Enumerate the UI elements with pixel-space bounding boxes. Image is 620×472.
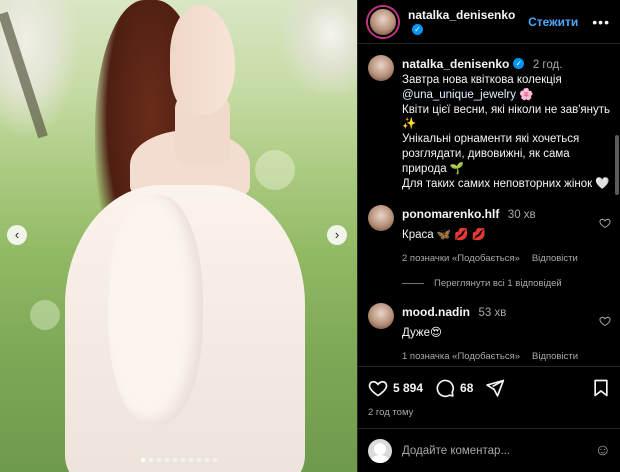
comment-likes[interactable]: 2 позначки «Подобається»	[402, 253, 520, 264]
view-replies-label: Переглянути всі 1 відповідей	[434, 278, 562, 290]
bokeh-light	[30, 300, 60, 330]
more-options-icon[interactable]: •••	[592, 14, 610, 30]
comment-likes[interactable]: 1 позначка «Подобається»	[402, 351, 520, 362]
next-slide-button[interactable]: ›	[327, 225, 347, 245]
caption-time: 2 год.	[532, 59, 563, 71]
follow-button[interactable]: Стежити	[528, 15, 578, 29]
post-caption: natalka_denisenko ✓ 2 год. Завтра нова кв…	[368, 55, 611, 191]
comment-bubble-icon[interactable]	[435, 378, 455, 398]
carousel-dot[interactable]	[204, 458, 209, 462]
author-username[interactable]: natalka_denisenko✓	[408, 8, 528, 36]
comment-item: ponomarenko.hlf 30 хв Краса 🦋 💋 💋 2 позн…	[368, 205, 611, 264]
bookmark-icon[interactable]	[591, 378, 611, 398]
comment-time: 30 хв	[507, 209, 536, 222]
carousel-dot[interactable]	[212, 458, 217, 462]
carousel-dot[interactable]	[164, 458, 169, 462]
comment-text: Краса 🦋 💋 💋	[402, 229, 487, 242]
comments-scrollbar[interactable]	[615, 135, 619, 195]
emoji-icon[interactable]: ☺	[595, 442, 611, 460]
comments-section[interactable]: natalka_denisenko ✓ 2 год. Завтра нова кв…	[358, 45, 620, 363]
carousel-dot[interactable]	[148, 458, 153, 462]
carousel-dots	[0, 458, 357, 462]
post-header: natalka_denisenko✓ Стежити •••	[358, 0, 620, 44]
caption-username[interactable]: natalka_denisenko	[402, 57, 509, 71]
share-send-icon[interactable]	[485, 378, 505, 398]
commenter-avatar[interactable]	[368, 303, 394, 330]
caption-avatar[interactable]	[368, 55, 394, 81]
action-bar: 5 894 68 2 год тому	[358, 366, 620, 418]
flower-emoji: 🌸	[519, 88, 534, 101]
post-sidebar: natalka_denisenko✓ Стежити ••• natalka_d…	[357, 0, 620, 472]
author-avatar[interactable]	[368, 6, 398, 37]
bokeh-light	[255, 150, 295, 190]
comment-time: 53 хв	[478, 307, 507, 320]
posted-time: 2 год тому	[368, 407, 414, 418]
carousel-dot[interactable]	[140, 458, 145, 462]
commenter-avatar[interactable]	[368, 205, 394, 232]
replies-divider	[402, 283, 424, 285]
caption-text: Квіти цієї весни, які ніколи не зав'янут…	[402, 103, 610, 190]
mention-link[interactable]: @una_unique_jewelry	[402, 89, 516, 101]
dress-sleeve	[108, 195, 203, 425]
carousel-dot[interactable]	[188, 458, 193, 462]
comment-item: mood.nadin 53 хв Дуже😍 1 позначка «Подоб…	[368, 303, 611, 362]
carousel-dot[interactable]	[172, 458, 177, 462]
like-heart-icon[interactable]	[368, 378, 388, 398]
view-replies-button[interactable]: Переглянути всі 1 відповідей	[402, 278, 611, 289]
comment-like-heart-icon[interactable]	[599, 217, 611, 229]
caption-line1: Завтра нова квіткова колекція	[402, 74, 562, 86]
prev-slide-button[interactable]: ‹	[7, 225, 27, 245]
carousel-dot[interactable]	[196, 458, 201, 462]
comment-like-heart-icon[interactable]	[599, 315, 611, 327]
verified-badge-icon: ✓	[412, 23, 423, 35]
reply-button[interactable]: Відповісти	[532, 351, 578, 362]
current-user-avatar	[368, 438, 392, 463]
commenter-username[interactable]: mood.nadin	[402, 305, 470, 319]
carousel-dot[interactable]	[180, 458, 185, 462]
comment-text: Дуже😍	[402, 327, 442, 340]
like-count[interactable]: 5 894	[393, 381, 423, 395]
commenter-username[interactable]: ponomarenko.hlf	[402, 207, 499, 221]
woman-face	[170, 5, 235, 115]
blossom-tree-right	[277, 0, 357, 100]
add-comment-bar: ☺	[358, 428, 620, 472]
verified-badge-icon: ✓	[513, 58, 525, 70]
comment-count[interactable]: 68	[460, 381, 473, 395]
comment-input[interactable]	[402, 444, 595, 457]
post-image[interactable]: ‹ ›	[0, 0, 357, 472]
reply-button[interactable]: Відповісти	[532, 253, 578, 264]
carousel-dot[interactable]	[156, 458, 161, 462]
